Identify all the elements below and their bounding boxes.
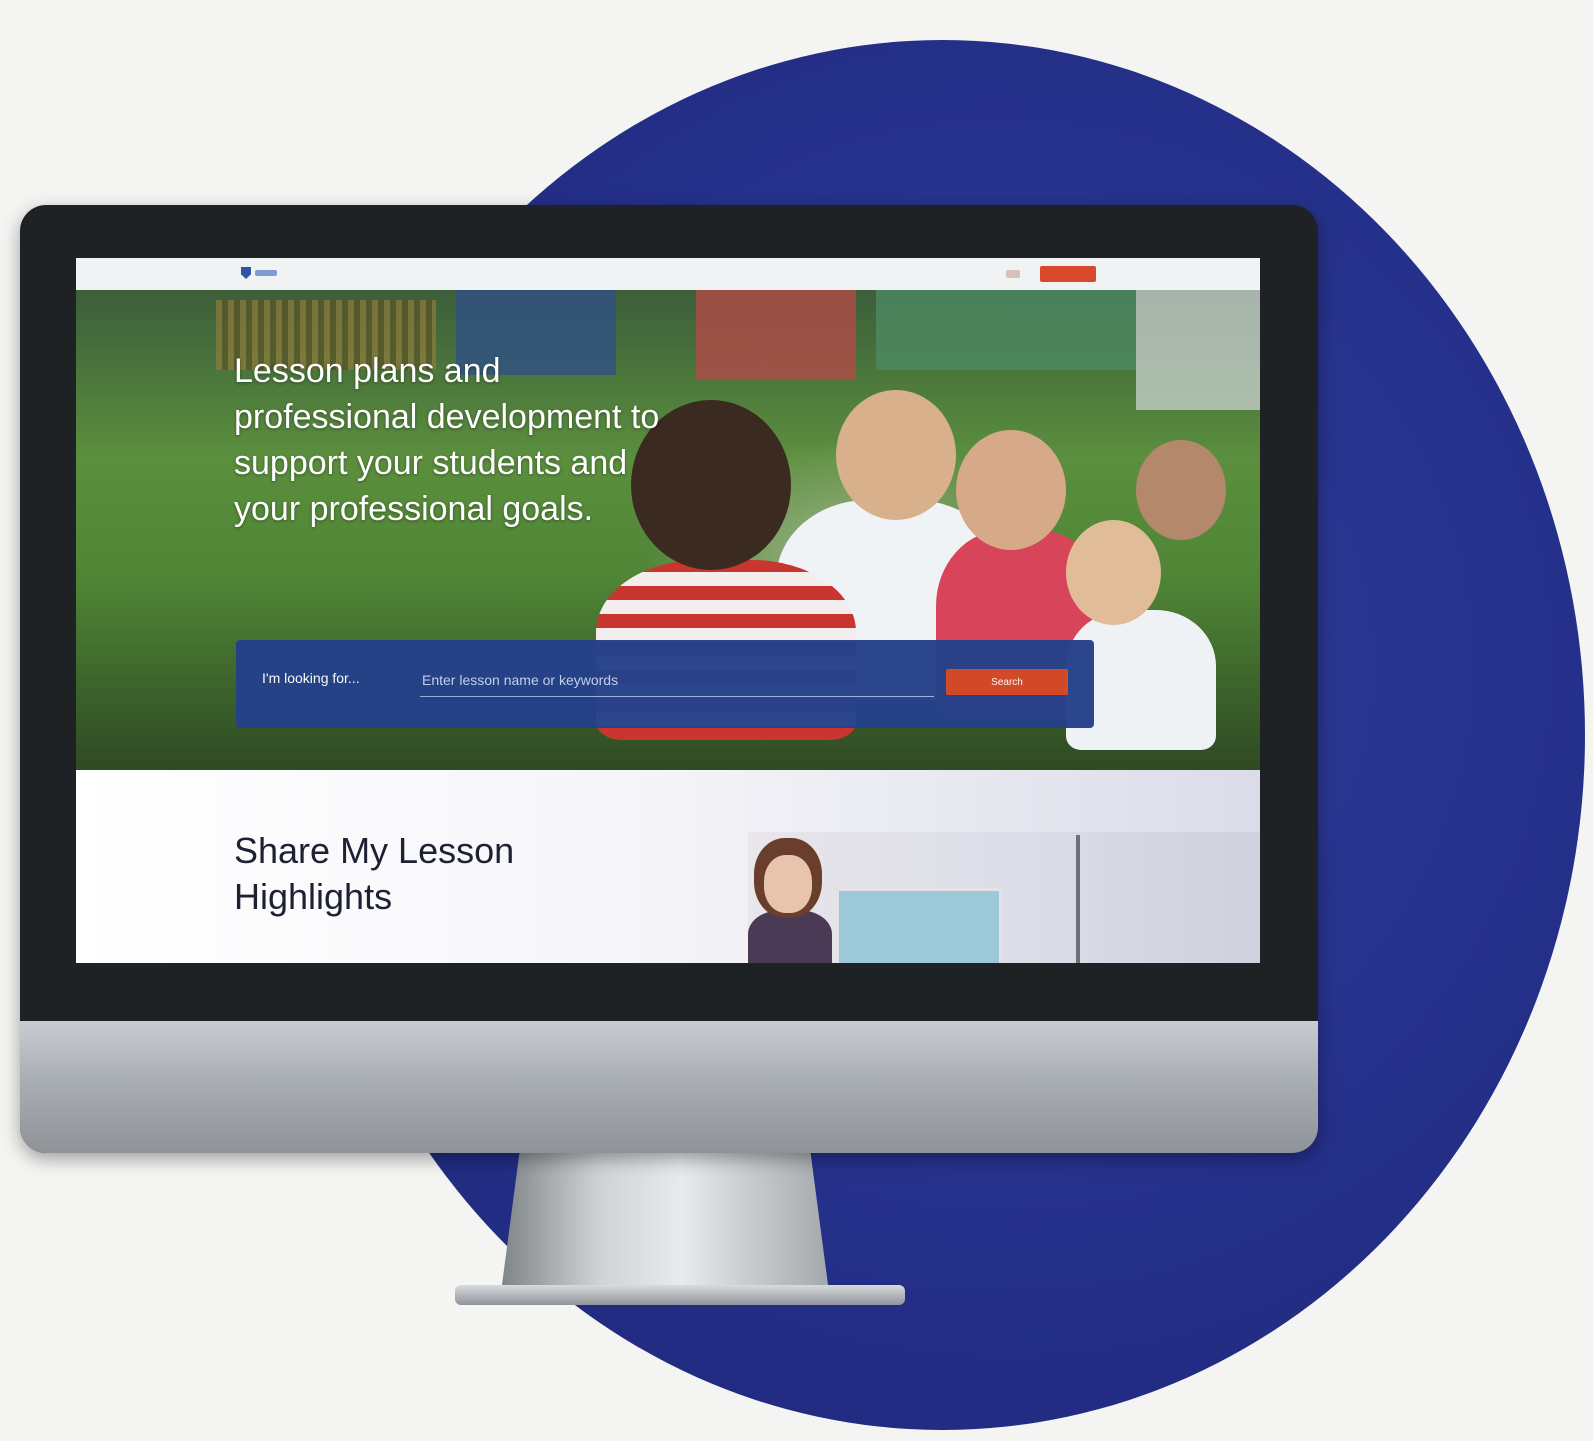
hero-photo-building xyxy=(876,290,1136,370)
hero-title: Lesson plans and professional developmen… xyxy=(234,352,660,528)
hero-banner: Lesson plans and professional developmen… xyxy=(76,290,1260,770)
hero-photo-child xyxy=(1066,520,1161,625)
monitor-stand xyxy=(500,1150,830,1300)
hero-photo-child xyxy=(1136,440,1226,540)
highlights-photo-whiteboard xyxy=(836,888,1002,963)
logo-wordmark xyxy=(255,270,277,276)
search-button[interactable]: Search xyxy=(946,669,1068,695)
nav-utility-link[interactable] xyxy=(1006,270,1020,278)
highlights-section: Share My Lesson Highlights xyxy=(76,770,1260,963)
monitor-stand-base xyxy=(455,1285,905,1305)
lesson-search-input[interactable] xyxy=(420,664,934,697)
highlights-photo-teacher-face xyxy=(764,855,812,913)
hero-photo-building xyxy=(1136,290,1260,410)
hero-photo-child xyxy=(956,430,1066,550)
website-screen: Lesson plans and professional developmen… xyxy=(76,258,1260,963)
nav-cta-button[interactable] xyxy=(1040,266,1096,282)
highlights-title: Share My Lesson Highlights xyxy=(234,830,515,917)
hero-photo-building xyxy=(696,290,856,380)
highlights-photo-stand xyxy=(1076,835,1080,963)
search-label: I'm looking for... xyxy=(262,670,360,686)
site-logo[interactable] xyxy=(241,267,277,279)
hero-photo-child xyxy=(836,390,956,520)
logo-shield-icon xyxy=(241,267,251,279)
lesson-search-panel: I'm looking for... Search xyxy=(236,640,1094,728)
monitor-chin xyxy=(20,1021,1318,1153)
top-navigation xyxy=(76,258,1260,291)
